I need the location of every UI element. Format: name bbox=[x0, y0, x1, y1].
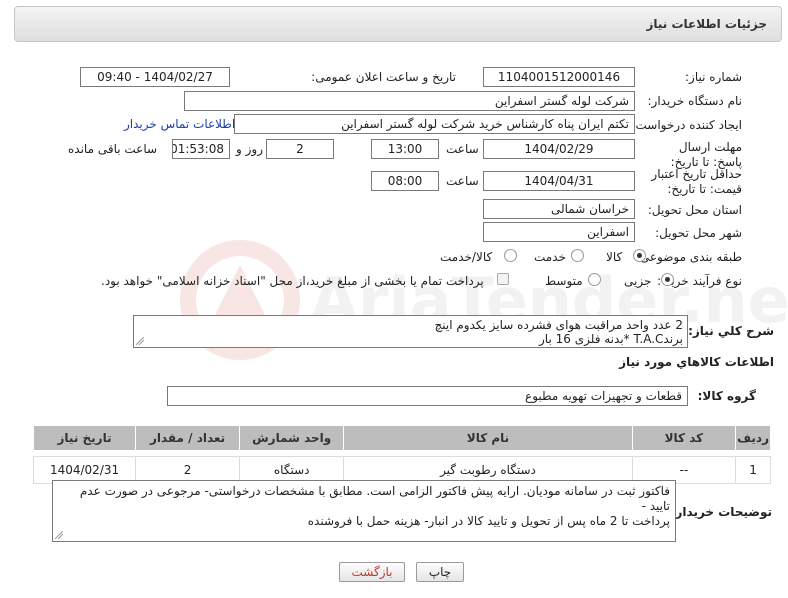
category-both-label: کالا/خدمت bbox=[440, 250, 493, 264]
goods-table: ردیف کد کالا نام کالا واحد شمارش تعداد /… bbox=[32, 425, 771, 484]
cell-row: 1 bbox=[735, 456, 771, 484]
goods-info-title: اطلاعات کالاهاي مورد نياز bbox=[619, 355, 774, 369]
description-label: شرح کلي نياز: bbox=[688, 324, 774, 338]
category-label: طبقه بندی موضوعی: bbox=[635, 250, 742, 264]
description-textarea[interactable]: 2 عدد واحد مراقبت هوای فشرده سایز یکدوم … bbox=[133, 315, 688, 348]
col-row-header: ردیف bbox=[735, 425, 771, 451]
creator-field: تکتم ایران پناه کارشناس خرید شرکت لوله گ… bbox=[234, 114, 635, 134]
validity-time-field: 08:00 bbox=[371, 171, 439, 191]
validity-time-label: ساعت bbox=[446, 174, 479, 188]
creator-label: ایجاد کننده درخواست: bbox=[631, 118, 742, 132]
back-button[interactable]: بازگشت bbox=[339, 562, 405, 582]
category-service-label: خدمت bbox=[534, 250, 566, 264]
page-title: جزئیات اطلاعات نیاز bbox=[646, 17, 767, 31]
province-field: خراسان شمالی bbox=[483, 199, 635, 219]
announce-date-field: 1404/02/27 - 09:40 bbox=[80, 67, 230, 87]
resize-grip-icon[interactable] bbox=[136, 337, 144, 345]
remaining-time-label: ساعت باقی مانده bbox=[68, 142, 158, 156]
validity-date-field: 1404/04/31 bbox=[483, 171, 635, 191]
deadline-time-field: 13:00 bbox=[371, 139, 439, 159]
buyer-notes-label: توضیحات خریدار: bbox=[670, 505, 772, 519]
treasury-payment-note: پرداخت تمام یا بخشی از مبلغ خرید،از محل … bbox=[101, 274, 484, 288]
description-line-2: برندT.A.C *بدنه فلزی 16 بار bbox=[539, 332, 683, 346]
category-both-radio[interactable] bbox=[504, 249, 517, 262]
city-label: شهر محل تحویل: bbox=[655, 226, 742, 240]
table-header-row: ردیف کد کالا نام کالا واحد شمارش تعداد /… bbox=[32, 425, 771, 451]
city-field: اسفراین bbox=[483, 222, 635, 242]
category-service-radio[interactable] bbox=[571, 249, 584, 262]
deadline-label: مهلت ارسال پاسخ: تا تاریخ: bbox=[670, 140, 742, 169]
category-goods-radio[interactable] bbox=[633, 249, 646, 262]
process-minor-radio[interactable] bbox=[661, 273, 674, 286]
process-medium-label: متوسط bbox=[545, 274, 583, 288]
buyer-notes-line-1: فاکتور ثبت در سامانه مودیان. ارایه پیش ف… bbox=[79, 484, 670, 513]
buyer-contact-link[interactable]: اطلاعات تماس خریدار bbox=[124, 117, 235, 131]
treasury-payment-checkbox[interactable] bbox=[497, 273, 509, 285]
category-goods-label: کالا bbox=[606, 250, 623, 264]
remaining-time-field: 01:53:08 bbox=[172, 139, 230, 159]
col-date-header: تاریخ نیاز bbox=[32, 425, 137, 451]
col-code-header: کد کالا bbox=[631, 425, 737, 451]
resize-grip-icon[interactable] bbox=[55, 531, 63, 539]
col-qty-header: تعداد / مقدار bbox=[135, 425, 241, 451]
buyer-notes-textarea[interactable]: فاکتور ثبت در سامانه مودیان. ارایه پیش ف… bbox=[52, 480, 676, 542]
buyer-org-label: نام دستگاه خریدار: bbox=[647, 94, 743, 108]
buyer-org-field: شرکت لوله گستر اسفراین bbox=[184, 91, 635, 111]
buyer-notes-line-2: پرداخت تا 2 ماه پس از تحویل و تایید کالا… bbox=[307, 514, 670, 528]
validity-label: حداقل تاریخ اعتبار قیمت: تا تاریخ: bbox=[651, 167, 742, 196]
deadline-date-field: 1404/02/29 bbox=[483, 139, 635, 159]
process-medium-radio[interactable] bbox=[588, 273, 601, 286]
goods-group-field: قطعات و تجهیزات تهویه مطبوع bbox=[167, 386, 688, 406]
need-number-field: 1104001512000146 bbox=[483, 67, 635, 87]
col-name-header: نام کالا bbox=[343, 425, 633, 451]
province-label: استان محل تحویل: bbox=[647, 203, 742, 217]
days-field: 2 bbox=[266, 139, 334, 159]
header-panel: جزئیات اطلاعات نیاز bbox=[14, 6, 782, 42]
goods-group-label: گروه کالا: bbox=[697, 389, 756, 403]
deadline-time-label: ساعت bbox=[446, 142, 479, 156]
col-unit-header: واحد شمارش bbox=[239, 425, 345, 451]
days-label: روز و bbox=[236, 142, 263, 156]
print-button[interactable]: چاپ bbox=[416, 562, 464, 582]
process-minor-label: جزیی bbox=[624, 274, 652, 288]
announce-date-label: تاریخ و ساعت اعلان عمومی: bbox=[311, 70, 456, 84]
need-number-label: شماره نیاز: bbox=[685, 70, 742, 84]
description-line-1: 2 عدد واحد مراقبت هوای فشرده سایز یکدوم … bbox=[434, 318, 683, 332]
